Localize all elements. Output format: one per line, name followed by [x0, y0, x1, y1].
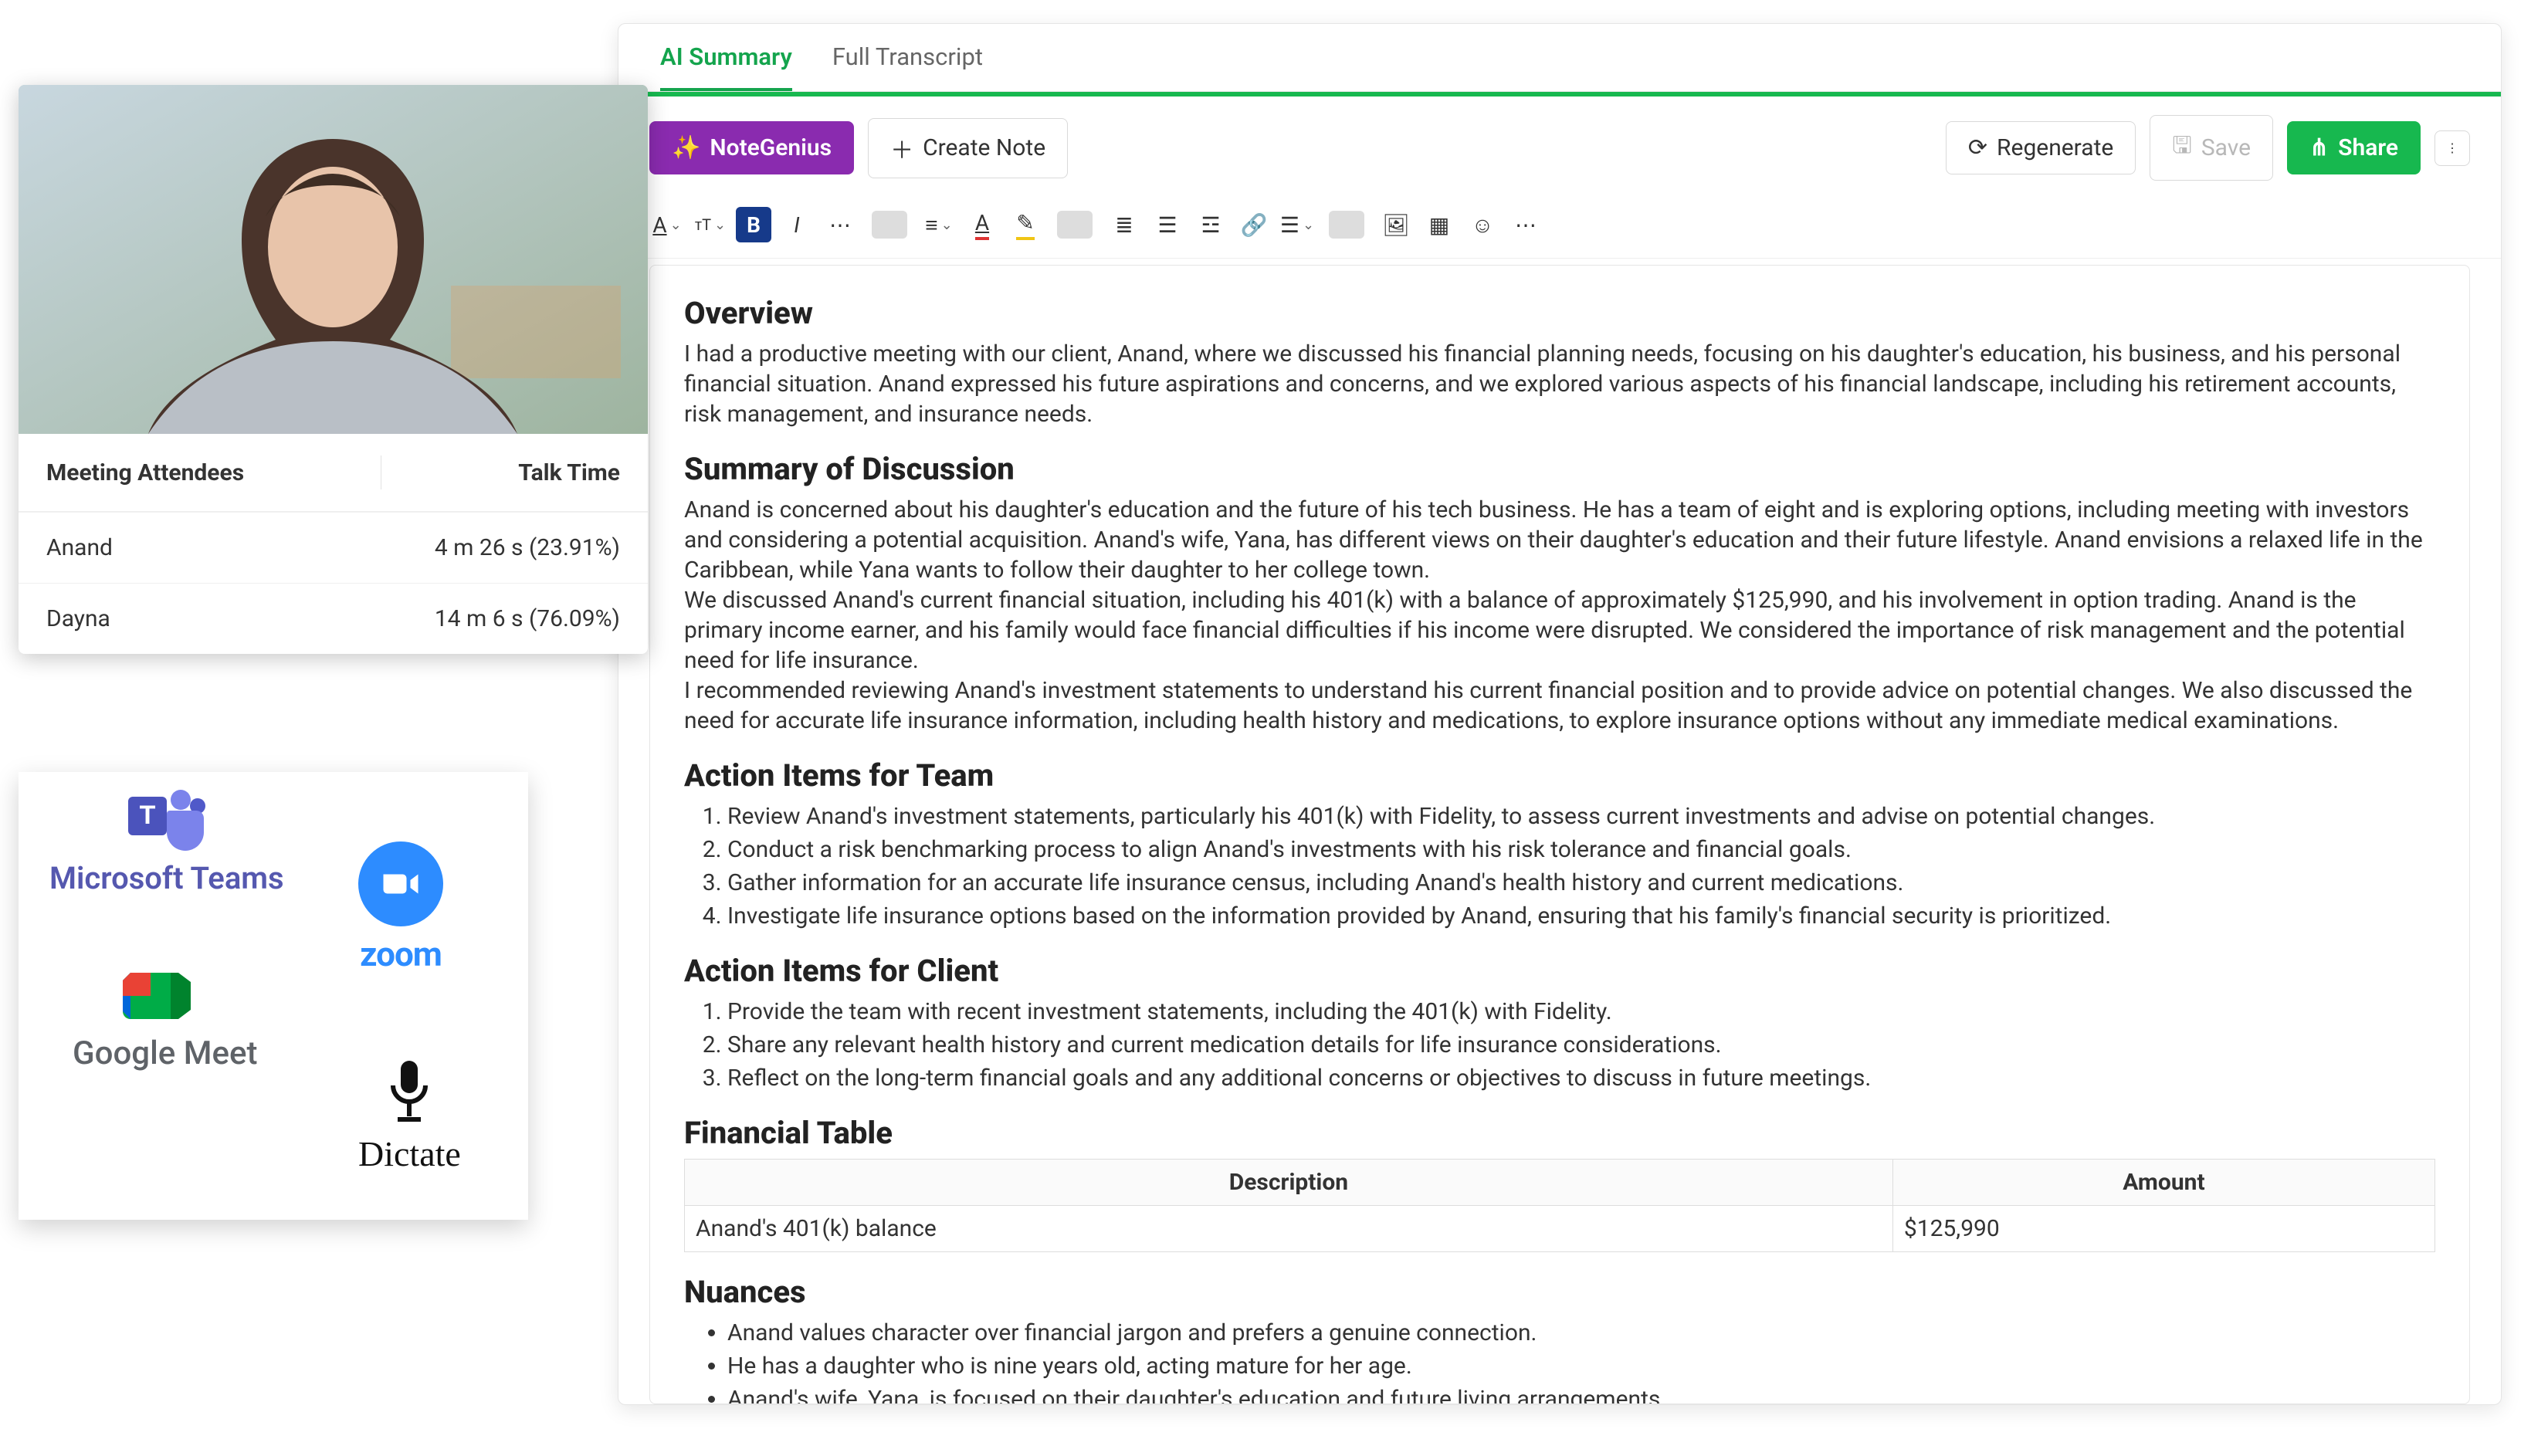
- save-icon: 🖫: [2172, 128, 2192, 168]
- more-text-format-button[interactable]: ⋯: [822, 207, 858, 242]
- font-style-dropdown[interactable]: A: [649, 207, 685, 242]
- table-row: Anand's 401(k) balance $125,990: [685, 1206, 2435, 1252]
- integrations-panel: T Microsoft Teams zoom Google Meet Dicta…: [19, 772, 528, 1220]
- list-item: Investigate life insurance options based…: [727, 901, 2435, 931]
- list-item: Gather information for an accurate life …: [727, 868, 2435, 898]
- magic-wand-icon: ✨: [672, 134, 700, 161]
- toolbar-separator: [1329, 211, 1364, 239]
- attendee-photo: [19, 85, 648, 434]
- plus-icon: ＋: [890, 131, 913, 165]
- google-meet-icon: [73, 965, 257, 1030]
- fin-th-amount: Amount: [1892, 1160, 2434, 1206]
- tab-full-transcript[interactable]: Full Transcript: [832, 42, 983, 91]
- numbered-list-button[interactable]: ☰: [1150, 207, 1185, 242]
- share-label: Share: [2338, 134, 2398, 161]
- list-item: Anand values character over financial ja…: [727, 1318, 2435, 1348]
- attendee-card: Meeting Attendees Talk Time Anand 4 m 26…: [19, 85, 648, 654]
- teams-label: Microsoft Teams: [49, 860, 284, 896]
- action-bar: ✨ NoteGenius ＋ Create Note ⟳ Regenerate …: [618, 97, 2501, 199]
- regenerate-button[interactable]: ⟳ Regenerate: [1946, 121, 2136, 174]
- list-item: Provide the team with recent investment …: [727, 997, 2435, 1027]
- team-actions-list: Review Anand's investment statements, pa…: [684, 801, 2435, 931]
- note-panel: AI Summary Full Transcript ✨ NoteGenius …: [618, 23, 2502, 1405]
- zoom-icon: [358, 841, 443, 926]
- fin-th-description: Description: [685, 1160, 1893, 1206]
- bullet-list-button[interactable]: ≣: [1106, 207, 1142, 242]
- list-item: He has a daughter who is nine years old,…: [727, 1351, 2435, 1381]
- integration-dictate[interactable]: Dictate: [358, 1058, 461, 1174]
- zoom-label: zoom: [358, 934, 443, 974]
- list-item: Review Anand's investment statements, pa…: [727, 801, 2435, 831]
- integration-zoom[interactable]: zoom: [358, 841, 443, 974]
- toolbar-separator: [872, 211, 907, 239]
- text-color-button[interactable]: A: [964, 207, 1000, 242]
- format-toolbar: A ᴛT B I ⋯ ≡ A ✎ ≣ ☰ ☲ 🔗 ☰ 🖼 ▦ ☺ ⋯: [618, 199, 2501, 259]
- table-button[interactable]: ▦: [1421, 207, 1457, 242]
- emoji-button[interactable]: ☺: [1465, 207, 1500, 242]
- attendee-row: Anand 4 m 26 s (23.91%): [19, 512, 648, 583]
- italic-button[interactable]: I: [779, 207, 815, 242]
- link-button[interactable]: 🔗: [1236, 207, 1272, 242]
- dictate-label: Dictate: [358, 1133, 461, 1174]
- nuances-heading: Nuances: [684, 1274, 2435, 1310]
- bold-button[interactable]: B: [736, 207, 771, 242]
- svg-text:T: T: [139, 801, 155, 830]
- integration-google-meet[interactable]: Google Meet: [73, 965, 257, 1072]
- tab-bar: AI Summary Full Transcript: [618, 24, 2501, 92]
- create-note-button[interactable]: ＋ Create Note: [868, 118, 1068, 178]
- share-button[interactable]: ⋔ Share: [2287, 121, 2421, 174]
- fin-description: Anand's 401(k) balance: [685, 1206, 1893, 1252]
- attendee-talk-time: 4 m 26 s (23.91%): [435, 534, 620, 561]
- more-actions-button[interactable]: ⋮: [2434, 130, 2470, 166]
- summary-text-3: I recommended reviewing Anand's investme…: [684, 676, 2435, 736]
- tab-ai-summary[interactable]: AI Summary: [660, 42, 792, 91]
- attendee-name: Dayna: [46, 605, 110, 632]
- client-actions-heading: Action Items for Client: [684, 953, 2435, 989]
- talk-time-label: Talk Time: [518, 459, 620, 486]
- indent-dropdown[interactable]: ☰: [1279, 207, 1315, 242]
- list-item: Anand's wife, Yana, is focused on their …: [727, 1384, 2435, 1404]
- checklist-button[interactable]: ☲: [1193, 207, 1228, 242]
- highlight-color-button[interactable]: ✎: [1008, 207, 1043, 242]
- financial-table: Description Amount Anand's 401(k) balanc…: [684, 1159, 2435, 1252]
- overview-text: I had a productive meeting with our clie…: [684, 339, 2435, 429]
- teams-icon: T: [49, 780, 284, 860]
- save-label: Save: [2201, 134, 2251, 161]
- attendees-label: Meeting Attendees: [46, 459, 244, 486]
- share-icon: ⋔: [2309, 134, 2329, 161]
- more-insert-button[interactable]: ⋯: [1508, 207, 1543, 242]
- nuances-list: Anand values character over financial ja…: [684, 1318, 2435, 1404]
- kebab-icon: ⋮: [2446, 141, 2458, 155]
- notegenius-label: NoteGenius: [710, 134, 832, 161]
- toolbar-separator: [1057, 211, 1093, 239]
- fin-amount: $125,990: [1892, 1206, 2434, 1252]
- summary-text-2: We discussed Anand's current financial s…: [684, 585, 2435, 676]
- document-editor[interactable]: Overview I had a productive meeting with…: [649, 265, 2470, 1404]
- team-actions-heading: Action Items for Team: [684, 757, 2435, 794]
- save-button[interactable]: 🖫 Save: [2150, 115, 2273, 181]
- attendee-row: Dayna 14 m 6 s (76.09%): [19, 583, 648, 654]
- summary-text-1: Anand is concerned about his daughter's …: [684, 495, 2435, 585]
- overview-heading: Overview: [684, 295, 2435, 331]
- image-button[interactable]: 🖼: [1378, 207, 1414, 242]
- create-note-label: Create Note: [923, 134, 1045, 161]
- summary-heading: Summary of Discussion: [684, 451, 2435, 487]
- align-dropdown[interactable]: ≡: [921, 207, 957, 242]
- integration-teams[interactable]: T Microsoft Teams: [49, 780, 284, 896]
- regenerate-label: Regenerate: [1997, 134, 2113, 161]
- refresh-icon: ⟳: [1968, 134, 1987, 161]
- list-item: Reflect on the long-term financial goals…: [727, 1063, 2435, 1093]
- google-meet-label: Google Meet: [73, 1034, 257, 1072]
- attendee-talk-time: 14 m 6 s (76.09%): [435, 605, 620, 632]
- list-item: Share any relevant health history and cu…: [727, 1030, 2435, 1060]
- client-actions-list: Provide the team with recent investment …: [684, 997, 2435, 1093]
- financial-table-heading: Financial Table: [684, 1115, 2435, 1151]
- font-size-dropdown[interactable]: ᴛT: [693, 207, 728, 242]
- microphone-icon: [358, 1058, 461, 1130]
- list-item: Conduct a risk benchmarking process to a…: [727, 835, 2435, 865]
- attendee-table-header: Meeting Attendees Talk Time: [19, 434, 648, 512]
- notegenius-button[interactable]: ✨ NoteGenius: [649, 121, 854, 174]
- attendee-name: Anand: [46, 534, 113, 561]
